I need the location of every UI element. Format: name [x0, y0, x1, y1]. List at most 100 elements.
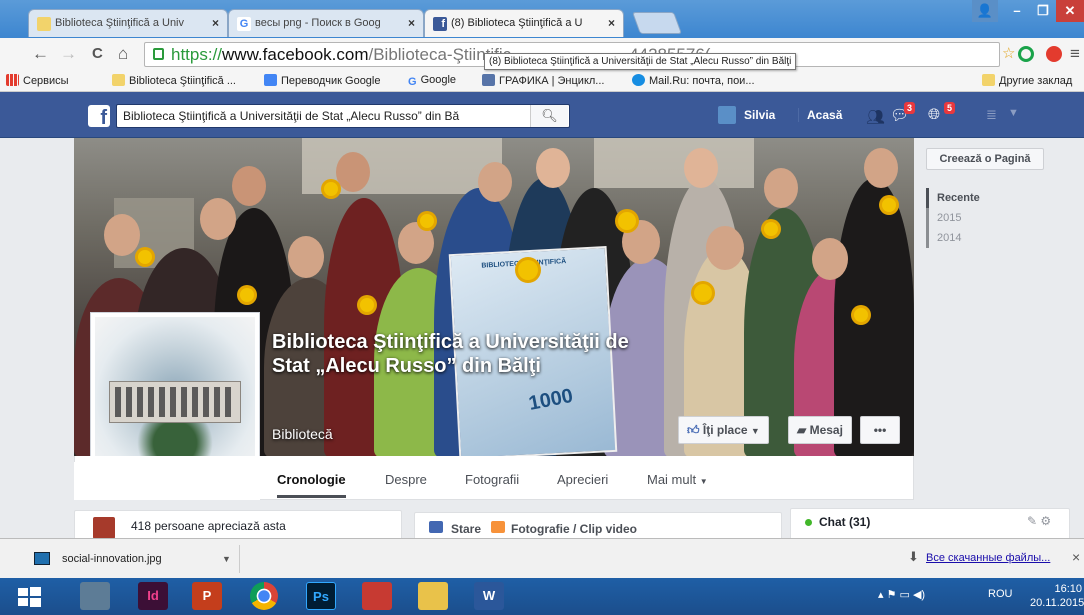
minimize-button[interactable]: –	[1004, 0, 1030, 22]
close-tab-icon[interactable]: ×	[212, 16, 219, 30]
profile-icon[interactable]: 👤	[972, 0, 998, 22]
tab-google-search[interactable]: G весы png - Поиск в Goog ×	[228, 9, 424, 37]
bookmark-item[interactable]: Другие заклад	[982, 74, 1072, 87]
tab-biblioteca[interactable]: Biblioteca Ştiinţifică a Univ ×	[28, 9, 228, 37]
year-2015[interactable]: 2015	[929, 208, 1026, 228]
bookmark-folder-icon	[37, 17, 51, 31]
home-button[interactable]: ⌂	[118, 44, 128, 64]
notifications-icon[interactable]: 🌐︎	[928, 106, 940, 123]
extension-icon[interactable]	[1046, 46, 1062, 62]
extension-icon[interactable]	[1018, 46, 1034, 62]
status-tab[interactable]: Stare	[451, 522, 481, 536]
tab-despre[interactable]: Despre	[385, 472, 427, 487]
profile-link[interactable]: Silvia	[744, 108, 775, 122]
menu-icon[interactable]: ≡	[1070, 44, 1080, 64]
thumbs-up-icon: 👍︎	[687, 423, 700, 437]
year-recente[interactable]: Recente	[926, 188, 1026, 208]
bookmark-item[interactable]: Переводчик Google	[264, 74, 381, 87]
maximize-button[interactable]: ❐	[1030, 0, 1056, 22]
avatar[interactable]	[718, 106, 736, 124]
powerpoint-icon[interactable]: P	[192, 582, 222, 610]
likes-count[interactable]: 418 persoane apreciază asta	[131, 519, 286, 533]
reload-button[interactable]: C	[92, 44, 103, 64]
tab-fotografii[interactable]: Fotografii	[465, 472, 519, 487]
lock-icon	[153, 48, 164, 60]
message-icon: ▰	[797, 423, 807, 437]
privacy-icon[interactable]: ≣	[986, 107, 997, 123]
bookmark-folder-icon	[112, 74, 125, 86]
banner-label: BIBLIOTECA ŞTIINŢIFICĂ	[481, 258, 567, 270]
google-icon: G	[237, 17, 251, 31]
close-tab-icon[interactable]: ×	[408, 16, 415, 30]
new-tab-button[interactable]	[631, 12, 683, 34]
back-button[interactable]: ←	[32, 44, 49, 64]
banner-number: 1000	[526, 384, 575, 415]
bookmark-item[interactable]: G Google	[408, 74, 456, 88]
tab-title: (8) Biblioteca Ştiinţifică a U	[451, 17, 583, 29]
forward-button[interactable]: →	[60, 44, 77, 64]
tab-facebook[interactable]: f (8) Biblioteca Ştiinţifică a U ×	[424, 9, 624, 37]
chevron-down-icon[interactable]: ▼	[1008, 107, 1019, 119]
tab-mai-mult[interactable]: Mai mult ▼	[647, 472, 708, 487]
bookmark-item[interactable]: ГРАФИКА | Энцикл...	[482, 74, 604, 87]
translate-icon	[264, 74, 277, 86]
bookmark-item[interactable]: Mail.Ru: почта, пои...	[632, 74, 755, 87]
year-2014[interactable]: 2014	[929, 228, 1026, 248]
message-button[interactable]: ▰ Mesaj	[788, 416, 852, 444]
create-page-button[interactable]: Creează o Pagină	[926, 148, 1044, 170]
pencil-icon	[429, 521, 443, 533]
photoshop-icon[interactable]: Ps	[306, 582, 336, 610]
chrome-icon[interactable]	[250, 582, 278, 610]
bookmark-item[interactable]: Biblioteca Ştiinţifică ...	[112, 74, 236, 87]
download-item[interactable]: social-innovation.jpg ▼	[28, 545, 240, 573]
word-icon[interactable]: W	[474, 582, 504, 610]
composer-card: Stare Fotografie / Clip video	[414, 512, 782, 540]
bookmark-item[interactable]: Сервисы	[6, 74, 69, 87]
avatar	[93, 517, 115, 539]
clock-date: 20.11.2015	[1030, 597, 1084, 609]
file-explorer-icon[interactable]	[418, 582, 448, 610]
show-all-downloads-link[interactable]: Все скачанные файлы...	[926, 552, 1050, 564]
indesign-icon[interactable]: Id	[138, 582, 168, 610]
notifications-badge: 5	[944, 102, 956, 114]
clock-time: 16:10	[1054, 583, 1082, 595]
facebook-icon: f	[433, 17, 447, 31]
language-indicator[interactable]: ROU	[988, 588, 1012, 600]
bookmark-star-icon[interactable]: ☆	[1002, 44, 1015, 64]
facebook-search-input[interactable]: Biblioteca Ştiinţifică a Universităţii d…	[116, 104, 570, 128]
facebook-logo-icon[interactable]: f	[88, 105, 110, 129]
bookmarks-bar: Сервисы Biblioteca Ştiinţifică ... Перев…	[0, 70, 1084, 92]
mailru-icon	[632, 74, 645, 86]
search-icon[interactable]: 🔍︎	[530, 105, 568, 127]
tab-aprecieri[interactable]: Aprecieri	[557, 472, 608, 487]
download-file-name: social-innovation.jpg	[62, 553, 162, 565]
home-link[interactable]: Acasă	[798, 108, 842, 122]
encyclopedia-icon	[482, 74, 495, 86]
calculator-icon[interactable]	[80, 582, 110, 610]
chat-settings-icon[interactable]: ✎ ⚙	[1027, 514, 1051, 528]
url-tooltip: (8) Biblioteca Ştiinţifică a Universităţ…	[484, 53, 797, 70]
tab-cronologie[interactable]: Cronologie	[277, 472, 346, 498]
like-page-button[interactable]: 👍︎ Îţi place ▼	[678, 416, 769, 444]
page-category[interactable]: Bibliotecă	[272, 426, 333, 442]
chevron-down-icon[interactable]: ▼	[222, 545, 231, 573]
browser-tab-strip: Biblioteca Ştiinţifică a Univ × G весы p…	[0, 0, 1084, 38]
page-title: Biblioteca Ştiinţifică a Universităţii d…	[272, 331, 629, 377]
tray-icons[interactable]: ▴ ⚑ ▭ ◀︎)	[878, 588, 925, 601]
photo-video-tab[interactable]: Fotografie / Clip video	[511, 522, 637, 536]
friend-requests-icon[interactable]: 👥︎	[866, 108, 885, 126]
clock[interactable]: 16:10 20.11.2015	[1030, 582, 1084, 610]
windows-start-icon[interactable]	[12, 582, 46, 610]
timeline-years: Recente 2015 2014	[926, 188, 1026, 248]
close-window-button[interactable]: ✕	[1056, 0, 1084, 22]
camera-icon[interactable]	[362, 582, 392, 610]
tab-title: Biblioteca Ştiinţifică a Univ	[55, 17, 185, 29]
profile-spacer	[74, 462, 260, 500]
chat-card[interactable]: Chat (31) ✎ ⚙	[790, 508, 1070, 540]
close-tab-icon[interactable]: ×	[608, 16, 615, 30]
chevron-down-icon: ▼	[750, 426, 760, 436]
close-downloads-button[interactable]: ×	[1072, 549, 1080, 565]
apps-icon	[6, 74, 19, 86]
windows-taskbar: Id P Ps W ▴ ⚑ ▭ ◀︎) ROU 16:10 20.11.2015	[0, 578, 1084, 615]
more-options-button[interactable]: •••	[860, 416, 900, 444]
